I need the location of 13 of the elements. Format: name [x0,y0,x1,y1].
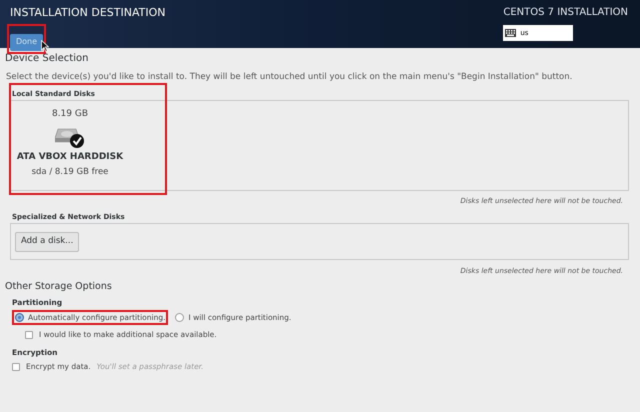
checkbox[interactable] [25,331,33,339]
keyboard-icon [505,29,516,37]
disk-tile[interactable]: 8.19 GB ATA VBOX HARDDISK sda / 8.19 GB free [11,101,129,190]
description-text: Select the device(s) you'd like to install to. They will be left untouched until you click on the main menu's "Begin Installation" button. [5,71,574,84]
radio-button[interactable] [175,313,184,322]
add-disk-button[interactable]: Add a disk... [15,232,80,252]
radio-button[interactable] [15,313,24,322]
checkbox[interactable] [12,363,20,371]
section-heading: Device Selection [5,52,90,66]
section-heading: Other Storage Options [5,281,112,293]
cursor-icon [41,40,49,52]
product-title: CENTOS 7 INSTALLATION [503,6,628,20]
window-title: INSTALLATION DESTINATION [10,6,166,20]
